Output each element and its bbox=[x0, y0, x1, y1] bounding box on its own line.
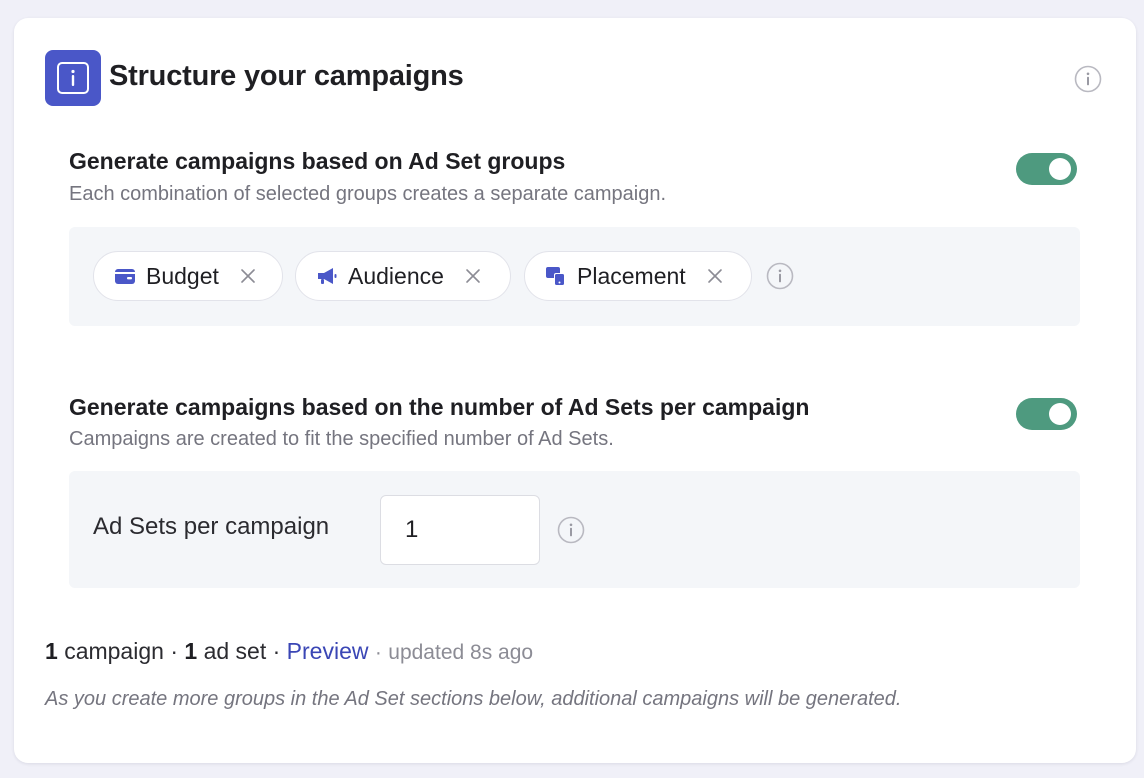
count-section-title: Generate campaigns based on the number o… bbox=[69, 394, 810, 420]
chip-label: Placement bbox=[577, 262, 686, 289]
toggle-knob bbox=[1049, 403, 1071, 425]
chip-audience[interactable]: Audience bbox=[295, 251, 511, 301]
groups-toggle[interactable] bbox=[1016, 153, 1077, 185]
ad-sets-per-campaign-input[interactable] bbox=[380, 495, 540, 565]
close-icon[interactable] bbox=[239, 267, 257, 285]
structure-campaigns-card: Structure your campaigns Generate campai… bbox=[14, 18, 1136, 763]
chip-budget[interactable]: Budget bbox=[93, 251, 283, 301]
preview-link[interactable]: Preview bbox=[287, 638, 369, 664]
toggle-knob bbox=[1049, 158, 1071, 180]
campaign-word: campaign bbox=[64, 638, 164, 664]
close-icon[interactable] bbox=[464, 267, 482, 285]
groups-section-title: Generate campaigns based on Ad Set group… bbox=[69, 148, 566, 174]
page-title: Structure your campaigns bbox=[109, 60, 464, 92]
ad-sets-per-campaign-label: Ad Sets per campaign bbox=[93, 513, 330, 540]
megaphone-icon bbox=[316, 265, 338, 287]
adset-word: ad set bbox=[203, 638, 267, 664]
ad-sets-panel: Ad Sets per campaign bbox=[69, 471, 1080, 588]
wallet-icon bbox=[114, 265, 136, 287]
info-box-icon bbox=[45, 50, 101, 106]
info-icon[interactable] bbox=[766, 262, 794, 290]
count-toggle[interactable] bbox=[1016, 398, 1077, 430]
generation-note: As you create more groups in the Ad Set … bbox=[45, 688, 902, 710]
chip-placement[interactable]: Placement bbox=[524, 251, 752, 301]
groups-chip-panel: Budget Audience Placement bbox=[69, 227, 1080, 326]
close-icon[interactable] bbox=[706, 267, 724, 285]
groups-section-description: Each combination of selected groups crea… bbox=[69, 183, 667, 205]
info-icon[interactable] bbox=[557, 516, 585, 544]
campaign-count: 1 bbox=[45, 638, 58, 664]
info-icon[interactable] bbox=[1074, 65, 1102, 93]
count-section-description: Campaigns are created to fit the specifi… bbox=[69, 428, 614, 450]
placement-icon bbox=[545, 265, 567, 287]
chip-label: Budget bbox=[146, 262, 219, 289]
summary-line: 1 campaign · 1 ad set · Preview · update… bbox=[45, 638, 533, 665]
separator: · bbox=[170, 638, 178, 664]
separator: · bbox=[272, 638, 281, 664]
separator: · bbox=[374, 641, 382, 664]
updated-timestamp: updated 8s ago bbox=[388, 641, 534, 664]
adset-count: 1 bbox=[184, 638, 198, 664]
chip-label: Audience bbox=[348, 262, 444, 289]
